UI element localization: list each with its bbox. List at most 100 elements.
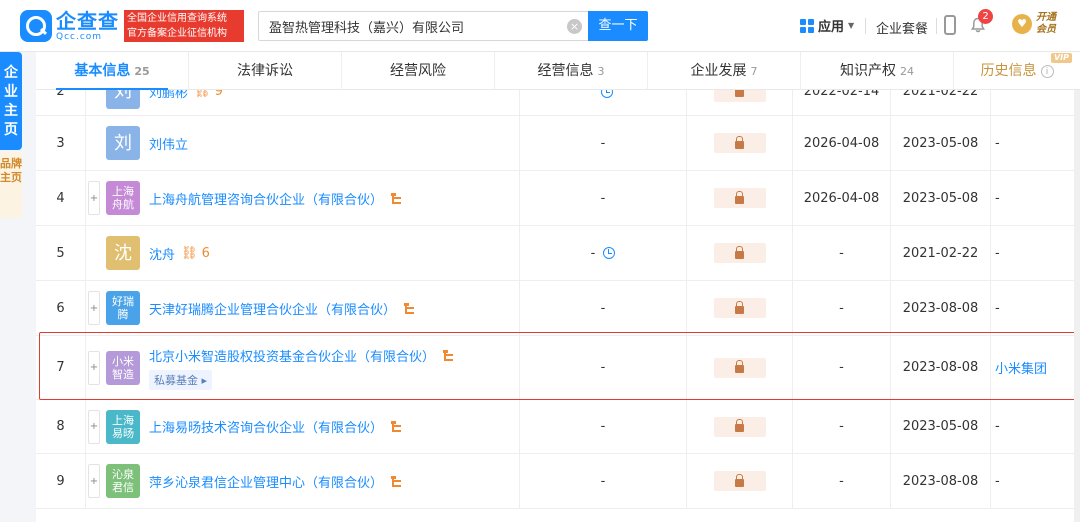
shareholding-value: - — [590, 245, 596, 261]
entity-name-link[interactable]: 萍乡沁泉君信企业管理中心（有限合伙） — [149, 472, 383, 491]
entity-cell: + 上海易旸 上海易旸技术咨询合伙企业（有限合伙） — [86, 400, 520, 453]
equity-tree-icon[interactable] — [404, 302, 415, 314]
entity-avatar[interactable]: 好瑞腾 — [106, 291, 140, 325]
row-number: 5 — [36, 226, 86, 280]
shareholding-value: - — [600, 473, 606, 489]
divider — [936, 18, 937, 34]
tab-business[interactable]: 经营信息 3 — [495, 52, 648, 90]
expand-button[interactable]: + — [88, 464, 100, 498]
locked-badge[interactable] — [713, 298, 766, 318]
group-value: - — [995, 245, 1000, 261]
entity-name-wrap: 天津好瑞腾企业管理合伙企业（有限合伙） — [149, 299, 415, 318]
entity-name-link[interactable]: 沈舟 — [149, 244, 175, 263]
entity-name-wrap: 北京小米智造股权投资基金合伙企业（有限合伙） 私募基金 ▸ — [149, 346, 454, 390]
equity-tree-icon[interactable] — [391, 475, 402, 487]
row-number: 3 — [36, 116, 86, 170]
lock-icon — [735, 419, 744, 432]
entity-avatar[interactable]: 刘 — [106, 126, 140, 160]
lock-icon — [735, 360, 744, 373]
locked-badge[interactable] — [713, 471, 766, 491]
locked-badge[interactable] — [713, 357, 766, 378]
group-cell: - — [991, 400, 1080, 453]
relation-count[interactable]: ⛓ 9 — [194, 90, 223, 99]
entity-name-wrap: 刘伟立 — [149, 134, 188, 153]
clock-icon[interactable] — [601, 90, 613, 98]
equity-tree-icon[interactable] — [391, 192, 402, 204]
app-menu-button[interactable]: 应用 ▼ — [800, 16, 854, 35]
group-cell: - — [991, 116, 1080, 170]
entity-name-link[interactable]: 上海易旸技术咨询合伙企业（有限合伙） — [149, 417, 383, 436]
vip-label: 开通会员 — [1036, 12, 1056, 35]
entity-name-link[interactable]: 北京小米智造股权投资基金合伙企业（有限合伙） — [149, 346, 435, 365]
suite-link[interactable]: 企业套餐 — [876, 18, 928, 37]
entity-avatar[interactable]: 上海舟航 — [106, 181, 140, 215]
group-cell — [991, 90, 1080, 115]
group-value[interactable]: 小米集团 — [995, 358, 1047, 377]
date-cell: 2022-02-14 — [793, 90, 891, 115]
locked-badge[interactable] — [713, 188, 766, 208]
locked-cell — [687, 336, 793, 399]
table-row: 9 + 沁泉君信 萍乡沁泉君信企业管理中心（有限合伙） - - 2023-08-0… — [36, 454, 1080, 509]
tab-risk[interactable]: 经营风险 — [342, 52, 495, 90]
shareholding-cell: - — [520, 400, 687, 453]
lock-icon — [735, 90, 744, 97]
search-button[interactable]: 查一下 — [588, 11, 648, 41]
expand-button[interactable]: + — [88, 409, 100, 444]
entity-avatar[interactable]: 沁泉君信 — [106, 464, 140, 498]
entity-avatar[interactable]: 沈 — [106, 236, 140, 270]
entity-name-link[interactable]: 天津好瑞腾企业管理合伙企业（有限合伙） — [149, 299, 396, 318]
locked-badge[interactable] — [713, 90, 766, 102]
row-number: 2 — [36, 90, 86, 115]
tab-legal[interactable]: 法律诉讼 — [189, 52, 342, 90]
group-value: - — [995, 473, 1000, 489]
scrollbar[interactable] — [1074, 90, 1080, 522]
entity-avatar[interactable]: 上海易旸 — [106, 409, 140, 444]
slogan-line2: 官方备案企业征信机构 — [127, 28, 227, 39]
tab-history[interactable]: 历史信息 i VIP — [954, 52, 1080, 90]
clock-icon[interactable] — [603, 247, 616, 259]
tab-ip[interactable]: 知识产权 24 — [801, 52, 954, 90]
relation-count[interactable]: ⛓ 6 — [181, 246, 210, 261]
qcc-logo[interactable]: 企查查 Qcc.com — [20, 10, 119, 42]
shareholding-cell: - — [520, 226, 687, 280]
tab-label: 经营风险 — [390, 63, 446, 79]
expand-button[interactable]: + — [88, 291, 100, 325]
expand-button[interactable]: + — [88, 181, 100, 215]
entity-name-link[interactable]: 上海舟航管理咨询合伙企业（有限合伙） — [149, 189, 383, 208]
entity-name-link[interactable]: 刘鹏彬 — [149, 90, 188, 101]
row-number: 4 — [36, 171, 86, 225]
search-input[interactable] — [259, 12, 588, 40]
shareholding-value: - — [600, 419, 606, 434]
locked-cell — [687, 454, 793, 508]
equity-tree-icon[interactable] — [391, 421, 402, 432]
entity-name-link[interactable]: 刘伟立 — [149, 134, 188, 153]
side-tab-company-home[interactable]: 企业主页 — [0, 52, 22, 150]
date-cell: - — [793, 226, 891, 280]
locked-badge[interactable] — [713, 133, 766, 153]
avatar-text: 上海易旸 — [112, 413, 134, 440]
help-icon[interactable]: i — [1040, 64, 1054, 78]
side-tab-brand-home[interactable]: 品牌主页 — [0, 152, 22, 218]
row-number: 6 — [36, 281, 86, 335]
lock-icon — [735, 300, 744, 314]
date-cell: 2023-08-08 — [891, 454, 991, 508]
entity-avatar[interactable]: 小米智造 — [106, 350, 140, 385]
tab-basic-info[interactable]: 基本信息 25 — [36, 52, 189, 90]
logo-cn: 企查查 — [56, 8, 119, 33]
private-fund-tag[interactable]: 私募基金 ▸ — [149, 369, 213, 390]
tab-development[interactable]: 企业发展 7 — [648, 52, 801, 90]
clear-icon[interactable]: × — [567, 19, 582, 34]
phone-icon[interactable] — [944, 15, 956, 35]
entity-avatar[interactable]: 刘 — [106, 90, 140, 109]
search-box: × — [258, 11, 588, 41]
equity-tree-icon[interactable] — [443, 349, 454, 361]
locked-badge[interactable] — [713, 243, 766, 263]
tab-label: 企业发展 — [690, 63, 747, 79]
expand-button[interactable]: + — [88, 350, 100, 385]
shareholding-value: - — [600, 360, 606, 375]
shareholding-cell: - — [520, 336, 687, 399]
locked-badge[interactable] — [713, 416, 766, 437]
caret-down-icon: ▼ — [848, 21, 855, 30]
entity-name-wrap: 刘鹏彬 ⛓ 9 — [149, 90, 223, 101]
vip-button[interactable]: ♥ 开通会员 — [1012, 12, 1062, 36]
